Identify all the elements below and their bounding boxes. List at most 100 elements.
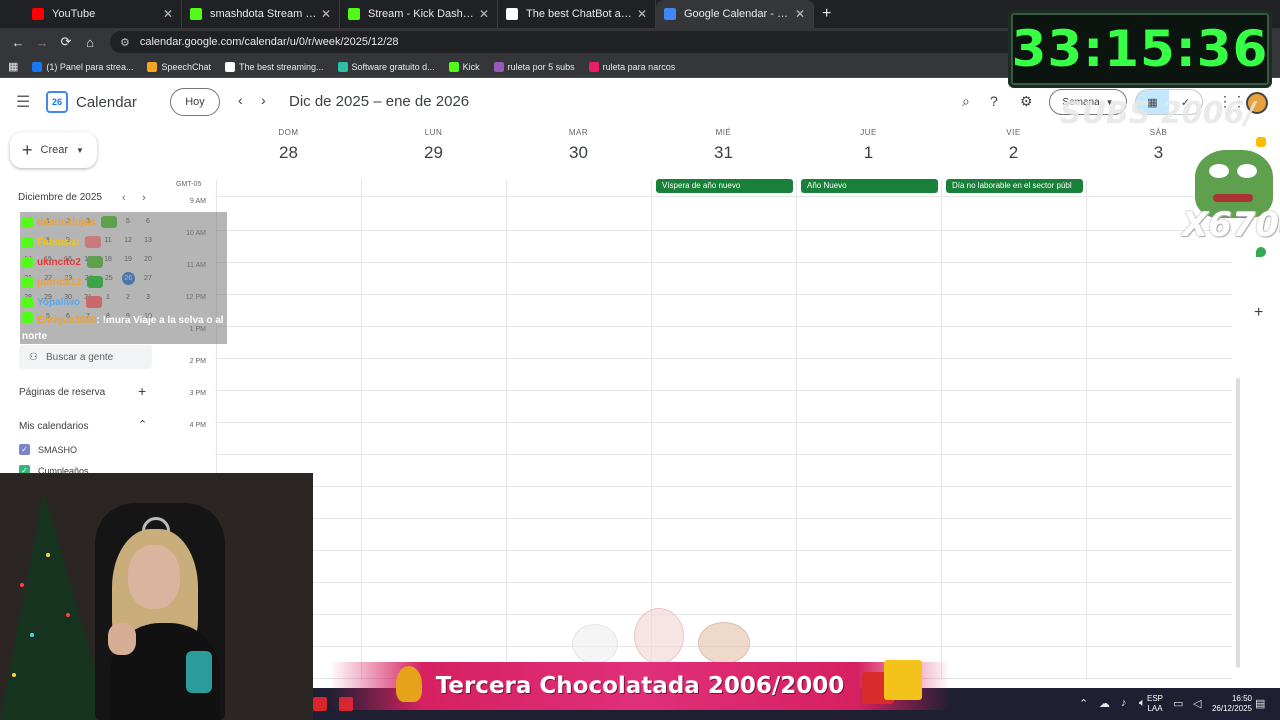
forward-icon[interactable]: →: [30, 30, 54, 54]
day-number[interactable]: 1: [796, 143, 941, 163]
network-icon[interactable]: ▭: [1173, 697, 1183, 710]
chat-badge-icon: [22, 276, 33, 288]
browser-tab[interactable]: smashdota Stream - Watch Live ✕: [182, 0, 340, 28]
browser-tab[interactable]: Google Calendar - Semana del ✕: [656, 0, 814, 28]
back-icon[interactable]: ←: [6, 30, 30, 54]
bookmark-favicon-icon: [225, 61, 235, 72]
day-number[interactable]: 29: [361, 143, 506, 163]
browser-tab[interactable]: YouTube ✕: [24, 0, 182, 28]
hour-gridline: [215, 294, 1232, 295]
notification-icon[interactable]: ▤: [1255, 697, 1265, 710]
language-indicator[interactable]: ESP LAA: [1145, 694, 1165, 714]
tab-title: Google Calendar - Semana del: [684, 8, 791, 20]
bookmark-item[interactable]: The best streaming...: [225, 61, 324, 72]
microphone-icon[interactable]: ♪: [1121, 697, 1127, 709]
close-tab-icon[interactable]: ✕: [795, 7, 805, 21]
chevron-up-icon[interactable]: ⌃: [1079, 697, 1088, 710]
close-tab-icon[interactable]: ✕: [479, 7, 489, 21]
streamer-face: [128, 545, 180, 609]
onedrive-icon[interactable]: ☁: [1099, 697, 1110, 710]
day-number[interactable]: 28: [216, 143, 361, 163]
cartoon-character: [634, 608, 684, 664]
day-header[interactable]: VIE 2: [941, 128, 1086, 163]
tab-favicon-icon: [348, 8, 360, 20]
clock-date: 26/12/2025: [1211, 704, 1252, 713]
chat-message: Fabiozizi: [20, 232, 227, 252]
banner-characters: [566, 598, 756, 664]
tree-light: [12, 673, 16, 677]
apps-icon[interactable]: ▦: [8, 60, 18, 73]
browser-tab[interactable]: Stream - Kick Dashboard ✕: [340, 0, 498, 28]
day-header[interactable]: MIÉ 31: [651, 128, 796, 163]
tree-light: [46, 553, 50, 557]
bell-icon: [396, 666, 422, 702]
emote-eye: [1237, 164, 1257, 178]
mini-next-month-icon[interactable]: ›: [142, 192, 146, 204]
close-tab-icon[interactable]: ✕: [163, 7, 173, 21]
bookmark-item[interactable]: SpeechChat: [147, 61, 211, 72]
tree-light: [30, 633, 34, 637]
taskbar-clock[interactable]: 16:50 26/12/2025: [1208, 694, 1252, 714]
timer-value: 33:15:36: [1011, 20, 1269, 78]
help-icon[interactable]: ?: [990, 93, 998, 109]
my-calendars-heading[interactable]: Mis calendarios: [19, 421, 88, 432]
close-tab-icon[interactable]: ✕: [321, 7, 331, 21]
bookmark-label: Kick: [462, 61, 480, 72]
all-day-event[interactable]: Año Nuevo: [801, 179, 938, 193]
bookmark-item[interactable]: Software gratuito d...: [337, 61, 435, 72]
create-button[interactable]: + Crear ▼: [10, 132, 97, 168]
chat-username: ukincito2: [37, 256, 81, 268]
all-day-event[interactable]: Día no laborable en el sector públ: [946, 179, 1083, 193]
reload-icon[interactable]: ⟳: [54, 30, 78, 54]
mini-month-title: Diciembre de 2025: [18, 192, 102, 203]
search-people-input[interactable]: ⚇ Buscar a gente: [19, 345, 152, 369]
all-day-event[interactable]: Víspera de año nuevo: [656, 179, 793, 193]
new-tab-icon[interactable]: +: [822, 5, 831, 23]
keep-icon[interactable]: [1256, 137, 1266, 147]
chat-emote-icon: [85, 236, 102, 248]
day-number[interactable]: 30: [506, 143, 651, 163]
close-tab-icon[interactable]: ✕: [637, 7, 647, 21]
chevron-up-icon[interactable]: ⌃: [138, 418, 147, 431]
checkbox-icon[interactable]: ✓: [19, 444, 30, 455]
day-number[interactable]: 2: [941, 143, 1086, 163]
hour-label: 9 AM: [190, 198, 206, 205]
main-menu-icon[interactable]: ☰: [16, 92, 36, 112]
day-header[interactable]: LUN 29: [361, 128, 506, 163]
mini-prev-month-icon[interactable]: ‹: [122, 192, 126, 204]
day-number[interactable]: 31: [651, 143, 796, 163]
day-header[interactable]: MAR 30: [506, 128, 651, 163]
day-name: DOM: [278, 128, 299, 137]
search-icon[interactable]: ⌕: [962, 93, 970, 110]
bookmark-item[interactable]: (1) Panel para strea...: [32, 61, 133, 72]
date-range-title: Dic de 2025 – ene de 2026: [289, 93, 470, 110]
chat-emote-icon: [86, 296, 103, 308]
bookmark-favicon-icon: [448, 61, 459, 72]
today-button[interactable]: Hoy: [170, 88, 220, 116]
bookmark-item[interactable]: ruleta por 5 subs: [493, 61, 575, 72]
next-week-icon[interactable]: ›: [261, 92, 266, 108]
hour-gridline: [215, 390, 1232, 391]
browser-tab[interactable]: The best ChatBot and Widgets ✕: [498, 0, 656, 28]
settings-icon[interactable]: ⚙: [1020, 93, 1033, 110]
previous-week-icon[interactable]: ‹: [238, 92, 243, 108]
add-booking-page-icon[interactable]: +: [138, 383, 146, 399]
chat-username: Yopaliwo: [37, 296, 81, 308]
bookmark-label: ruleta por 5 subs: [507, 61, 575, 72]
calendar-list-item[interactable]: ✓ SMASHO: [19, 444, 77, 455]
bookmark-item[interactable]: ruleta para narcos: [588, 61, 675, 72]
taskbar-app-icon[interactable]: [313, 697, 327, 711]
day-header[interactable]: JUE 1: [796, 128, 941, 163]
timezone-label: GMT-05: [176, 181, 202, 188]
chat-message: ukincito2: [20, 252, 227, 272]
speaker-icon[interactable]: ◁: [1193, 697, 1201, 710]
hour-label: 2 PM: [189, 358, 206, 365]
home-icon[interactable]: ⌂: [78, 30, 102, 54]
maps-icon[interactable]: [1256, 247, 1266, 257]
add-addon-icon[interactable]: +: [1254, 304, 1263, 322]
day-column-divider: [506, 180, 507, 680]
booking-pages-heading: Páginas de reserva: [19, 387, 106, 398]
site-info-icon[interactable]: ⚙: [120, 36, 130, 49]
bookmark-item[interactable]: Kick: [448, 61, 480, 72]
day-header[interactable]: DOM 28: [216, 128, 361, 163]
